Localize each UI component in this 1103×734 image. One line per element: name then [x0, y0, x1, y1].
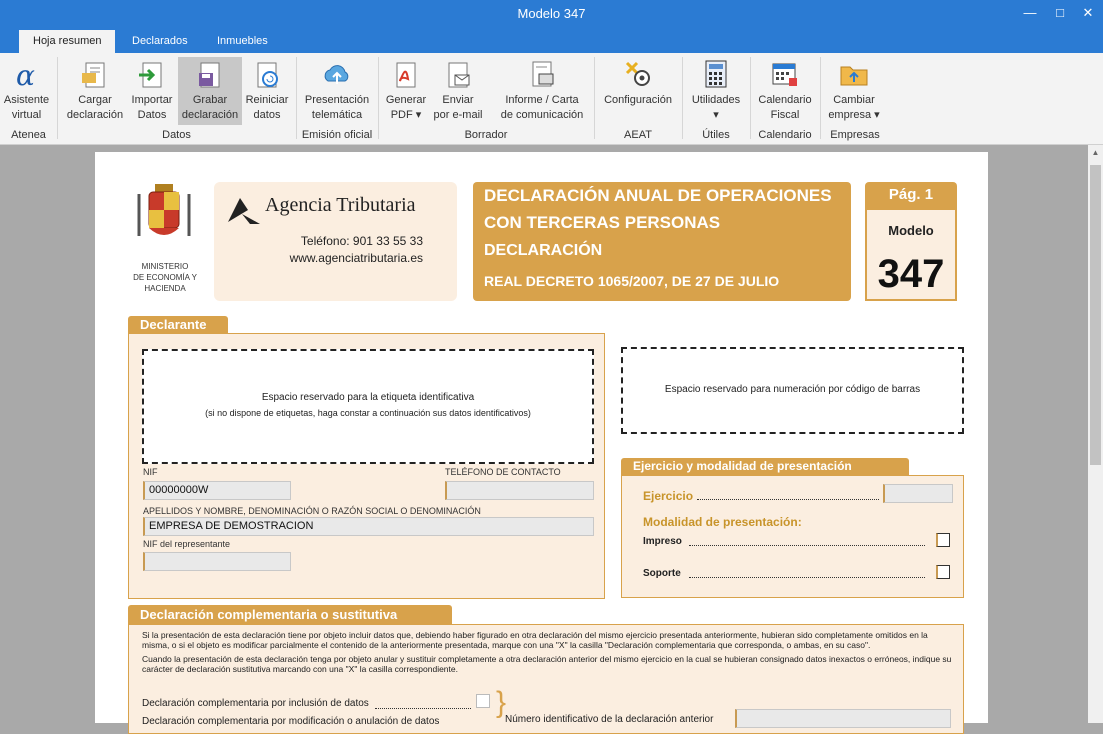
coat-of-arms-icon	[129, 184, 199, 256]
group-borrador: Borrador	[464, 129, 508, 141]
complementaria-text-2: Cuando la presentación de esta declaraci…	[142, 654, 952, 674]
tab-declarados[interactable]: Declarados	[118, 30, 202, 53]
num-identificativo-label: Número identificativo de la declaración …	[505, 714, 714, 725]
ejercicio-label: Ejercicio	[643, 489, 694, 503]
group-datos: Datos	[162, 129, 191, 141]
title-line-1: DECLARACIÓN ANUAL DE OPERACIONES	[484, 186, 832, 205]
ribbon: α Asistente virtual Cargar declaración I…	[0, 53, 1103, 145]
complementaria-text-1: Si la presentación de esta declaración t…	[142, 630, 928, 650]
comp-inclusion-dots	[375, 708, 471, 709]
nif-field[interactable]: 00000000W	[143, 481, 291, 500]
title-line-4: REAL DECRETO 1065/2007, DE 27 DE JULIO	[484, 273, 780, 289]
declarante-header: Declarante	[140, 317, 207, 332]
page-number: Pág. 1	[888, 186, 934, 203]
report-icon	[527, 59, 557, 89]
agency-phone: Teléfono: 901 33 55 33	[300, 234, 423, 248]
grabar-declaracion-button[interactable]: Grabar declaración	[178, 57, 242, 125]
ejercicio-header: Ejercicio y modalidad de presentación	[633, 459, 852, 473]
atenea-icon: α	[12, 59, 42, 92]
agency-web: www.agenciatributaria.es	[289, 251, 423, 265]
group-utiles: Útiles	[702, 129, 730, 141]
save-icon	[195, 59, 225, 89]
soporte-dots	[689, 577, 925, 578]
complementaria-header: Declaración complementaria o sustitutiva	[140, 607, 398, 622]
presentacion-telematica-button[interactable]: Presentación telemática	[300, 57, 374, 125]
reset-icon	[252, 59, 282, 89]
calendario-fiscal-button[interactable]: Calendario Fiscal	[754, 57, 816, 125]
impreso-dots	[689, 545, 925, 546]
nombre-field[interactable]: EMPRESA DE DEMOSTRACION	[143, 517, 594, 536]
telefono-label: TELÉFONO DE CONTACTO	[445, 467, 561, 477]
svg-text:α: α	[16, 59, 35, 89]
title-line-2: CON TERCERAS PERSONAS	[484, 213, 721, 232]
tab-hoja-resumen[interactable]: Hoja resumen	[19, 30, 116, 53]
tab-bar: Hoja resumen Declarados Inmuebles	[0, 28, 1103, 53]
importar-datos-button[interactable]: Importar Datos	[128, 57, 176, 125]
modelo-label: Modelo	[888, 223, 934, 238]
cargar-declaracion-button[interactable]: Cargar declaración	[62, 57, 128, 125]
vertical-scrollbar[interactable]: ▲	[1088, 145, 1103, 723]
title-bar: Modelo 347 — □ ✕	[0, 0, 1103, 28]
soporte-checkbox[interactable]	[936, 565, 950, 579]
agency-name: Agencia Tributaria	[265, 194, 416, 216]
ejercicio-field[interactable]	[883, 484, 953, 503]
group-empresas: Empresas	[830, 129, 880, 141]
etiqueta-text-1: Espacio reservado para la etiqueta ident…	[261, 392, 475, 403]
barcode-text: Espacio reservado para numeración por có…	[664, 384, 921, 395]
tab-inmuebles[interactable]: Inmuebles	[203, 30, 282, 53]
cloud-upload-icon	[322, 59, 352, 89]
group-aeat: AEAT	[624, 129, 652, 141]
informe-carta-button[interactable]: Informe / Carta de comunicación	[494, 57, 590, 125]
title-line-3: DECLARACIÓN	[484, 242, 603, 259]
folder-icon	[839, 59, 869, 89]
group-emision-oficial: Emisión oficial	[301, 129, 373, 141]
impreso-checkbox[interactable]	[936, 533, 950, 547]
scroll-up-icon[interactable]: ▲	[1088, 145, 1103, 161]
group-calendario: Calendario	[758, 129, 812, 141]
ministry-label: MINISTERIO DE ECONOMÍA Y HACIENDA	[133, 262, 197, 293]
soporte-label: Soporte	[643, 568, 681, 579]
configuracion-button[interactable]: Configuración	[598, 57, 678, 125]
impreso-label: Impreso	[643, 536, 682, 547]
pdf-icon	[391, 59, 421, 89]
modalidad-label: Modalidad de presentación:	[643, 515, 802, 529]
etiqueta-text-2: (si no dispone de etiquetas, haga consta…	[205, 408, 531, 418]
comp-inclusion-label: Declaración complementaria por inclusión…	[142, 698, 369, 709]
gear-icon	[623, 59, 653, 89]
reiniciar-datos-button[interactable]: Reiniciar datos	[243, 57, 291, 125]
group-atenea: Atenea	[11, 129, 46, 141]
calendar-icon	[770, 59, 800, 89]
window-title: Modelo 347	[517, 6, 586, 21]
nif-label: NIF	[143, 467, 158, 477]
telefono-field[interactable]	[445, 481, 594, 500]
minimize-icon[interactable]: —	[1020, 4, 1040, 22]
representante-field[interactable]	[143, 552, 291, 571]
email-icon	[443, 59, 473, 89]
modelo-number: 347	[877, 252, 945, 296]
ejercicio-dots	[697, 499, 879, 500]
cambiar-empresa-button[interactable]: Cambiar empresa ▾	[824, 57, 884, 125]
num-identificativo-field[interactable]	[735, 709, 951, 728]
etiqueta-area	[142, 349, 594, 464]
maximize-icon[interactable]: □	[1050, 4, 1070, 22]
import-icon	[137, 59, 167, 89]
calculator-icon	[701, 59, 731, 89]
nombre-label: APELLIDOS Y NOMBRE, DENOMINACIÓN O RAZÓN…	[143, 506, 481, 516]
agency-logo-icon	[226, 194, 261, 224]
comp-modificacion-label: Declaración complementaria por modificac…	[142, 716, 440, 727]
comp-inclusion-checkbox[interactable]	[476, 694, 490, 708]
form-page: MINISTERIO DE ECONOMÍA Y HACIENDA Agenci…	[95, 152, 988, 734]
asistente-virtual-button[interactable]: α Asistente virtual	[0, 57, 53, 125]
scroll-thumb[interactable]	[1090, 165, 1101, 465]
enviar-email-button[interactable]: Enviar por e-mail	[430, 57, 486, 125]
utilidades-button[interactable]: Utilidades ▾	[686, 57, 746, 125]
representante-label: NIF del representante	[143, 539, 231, 549]
load-icon	[80, 59, 110, 89]
generar-pdf-button[interactable]: Generar PDF ▾	[382, 57, 430, 125]
close-icon[interactable]: ✕	[1078, 4, 1098, 22]
